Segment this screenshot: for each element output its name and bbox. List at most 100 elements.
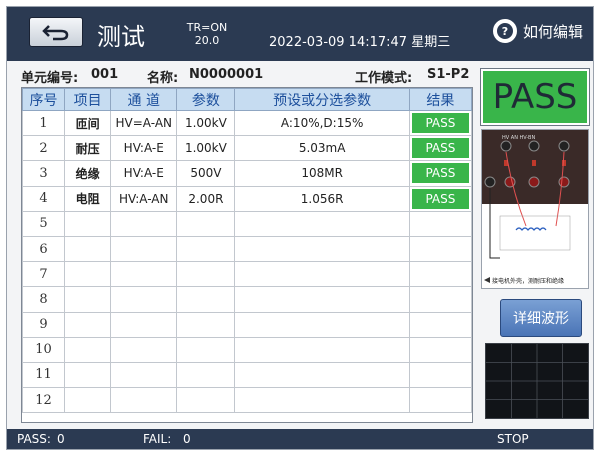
test-items-table: 序号 项目 通 道 参数 预设或分选参数 结果 1 匝间 HV=A-AN 1.00kV…: [21, 87, 473, 423]
cell-channel: [110, 261, 178, 288]
cell-index: 6: [21, 235, 66, 263]
cell-item: 耐压: [64, 135, 112, 162]
test-screen: 测试 TR=ON 20.0 2022-03-09 14:17:47 星期三 ? …: [6, 6, 594, 450]
back-arrow-icon: [42, 25, 69, 41]
result-pass-badge: PASS: [411, 138, 469, 159]
cell-param: 500V: [176, 160, 236, 187]
tr-status: TR=ON 20.0: [185, 21, 229, 47]
cell-index: 4: [21, 185, 66, 212]
cell-result: PASS: [408, 109, 473, 137]
unit-number-value: 001: [91, 67, 119, 82]
cell-preset: 5.03mA: [234, 135, 410, 162]
cell-param: [176, 261, 236, 288]
column-header-preset: 预设或分选参数: [234, 88, 410, 111]
column-header-item: 项目: [64, 88, 112, 111]
cell-result: PASS: [408, 135, 473, 162]
help-label: 如何编辑: [523, 22, 584, 41]
cell-index: 8: [21, 286, 66, 313]
column-header-channel: 通 道: [110, 88, 178, 111]
info-row: 单元编号: 001 名称: N0000001 工作模式: S1-P2: [21, 67, 481, 86]
cell-preset: [234, 261, 410, 288]
cell-channel: [110, 336, 178, 363]
table-row[interactable]: 1 匝间 HV=A-AN 1.00kV A:10%,D:15% PASS: [21, 109, 473, 137]
cell-result: [408, 361, 473, 389]
cell-item: [64, 361, 112, 389]
cell-preset: [234, 210, 410, 237]
table-row[interactable]: 9: [21, 311, 473, 338]
cell-item: [64, 387, 112, 414]
table-row[interactable]: 11: [21, 361, 473, 389]
cell-param: [176, 387, 236, 414]
table-row[interactable]: 2 耐压 HV:A-E 1.00kV 5.03mA PASS: [21, 135, 473, 162]
detail-waveform-button[interactable]: 详细波形: [500, 299, 582, 337]
page-title: 测试: [97, 23, 145, 51]
cell-index: 11: [21, 361, 66, 389]
cell-item: 匝间: [64, 109, 112, 137]
cell-preset: 108MR: [234, 160, 410, 187]
table-row[interactable]: 3 绝缘 HV:A-E 500V 108MR PASS: [21, 160, 473, 187]
cell-result: [408, 286, 473, 313]
name-value: N0000001: [189, 67, 264, 82]
back-button[interactable]: [29, 17, 83, 47]
cell-result: [408, 336, 473, 363]
waveform-grid: [486, 344, 588, 418]
cell-index: 7: [21, 261, 66, 288]
table-row[interactable]: 12: [21, 387, 473, 414]
result-pass-badge: PASS: [411, 188, 469, 209]
datetime: 2022-03-09 14:17:47 星期三: [269, 35, 451, 50]
cell-preset: [234, 387, 410, 414]
cell-channel: [110, 361, 178, 389]
run-state: STOP: [497, 432, 529, 446]
cell-preset: [234, 235, 410, 263]
cell-index: 3: [21, 160, 66, 187]
cell-param: [176, 235, 236, 263]
cell-preset: [234, 336, 410, 363]
cell-preset: [234, 361, 410, 389]
cell-index: 5: [21, 210, 66, 237]
cell-item: 绝缘: [64, 160, 112, 187]
table-row[interactable]: 4 电阻 HV:A-AN 2.00R 1.056R PASS: [21, 185, 473, 212]
table-row[interactable]: 7: [21, 261, 473, 288]
waveform-preview: [485, 343, 589, 419]
cell-item: [64, 210, 112, 237]
work-mode-label: 工作模式:: [355, 71, 413, 86]
cell-result: [408, 261, 473, 288]
cell-param: [176, 311, 236, 338]
work-mode-value: S1-P2: [427, 67, 470, 82]
tr-status-line2: 20.0: [194, 34, 220, 47]
table-header-row: 序号 项目 通 道 参数 预设或分选参数 结果: [21, 88, 473, 111]
table-row[interactable]: 8: [21, 286, 473, 313]
cell-index: 10: [21, 336, 66, 363]
pass-count-value: 0: [57, 432, 65, 446]
cell-channel: HV:A-AN: [110, 185, 178, 212]
cell-param: [176, 361, 236, 389]
result-pass-badge: PASS: [411, 113, 469, 134]
table-row[interactable]: 5: [21, 210, 473, 237]
unit-number-label: 单元编号:: [21, 71, 79, 86]
name-label: 名称:: [147, 71, 179, 86]
question-icon: ?: [493, 19, 517, 43]
result-pass-badge: PASS: [411, 163, 469, 184]
cell-channel: HV=A-AN: [110, 109, 178, 137]
table-row[interactable]: 10: [21, 336, 473, 363]
cell-param: 2.00R: [176, 185, 236, 212]
cell-param: 1.00kV: [176, 135, 236, 162]
cell-channel: [110, 210, 178, 237]
cell-param: [176, 210, 236, 237]
cell-item: [64, 261, 112, 288]
cell-preset: [234, 311, 410, 338]
fail-count-value: 0: [183, 432, 191, 446]
table-row[interactable]: 6: [21, 235, 473, 263]
cell-param: 1.00kV: [176, 109, 236, 137]
status-bar: PASS: 0 FAIL: 0 STOP: [7, 429, 593, 449]
cell-preset: A:10%,D:15%: [234, 109, 410, 137]
help-button[interactable]: ? 如何编辑: [493, 19, 583, 43]
diagram-caption: 接电机外壳，测耐压和绝缘: [492, 278, 565, 285]
svg-text:HV AN HV-BN: HV AN HV-BN: [502, 135, 535, 141]
cell-preset: 1.056R: [234, 185, 410, 212]
cell-param: [176, 336, 236, 363]
cell-channel: [110, 286, 178, 313]
header-bar: 测试 TR=ON 20.0 2022-03-09 14:17:47 星期三 ? …: [7, 7, 593, 61]
cell-index: 2: [21, 135, 66, 162]
tr-status-line1: TR=ON: [186, 21, 228, 34]
